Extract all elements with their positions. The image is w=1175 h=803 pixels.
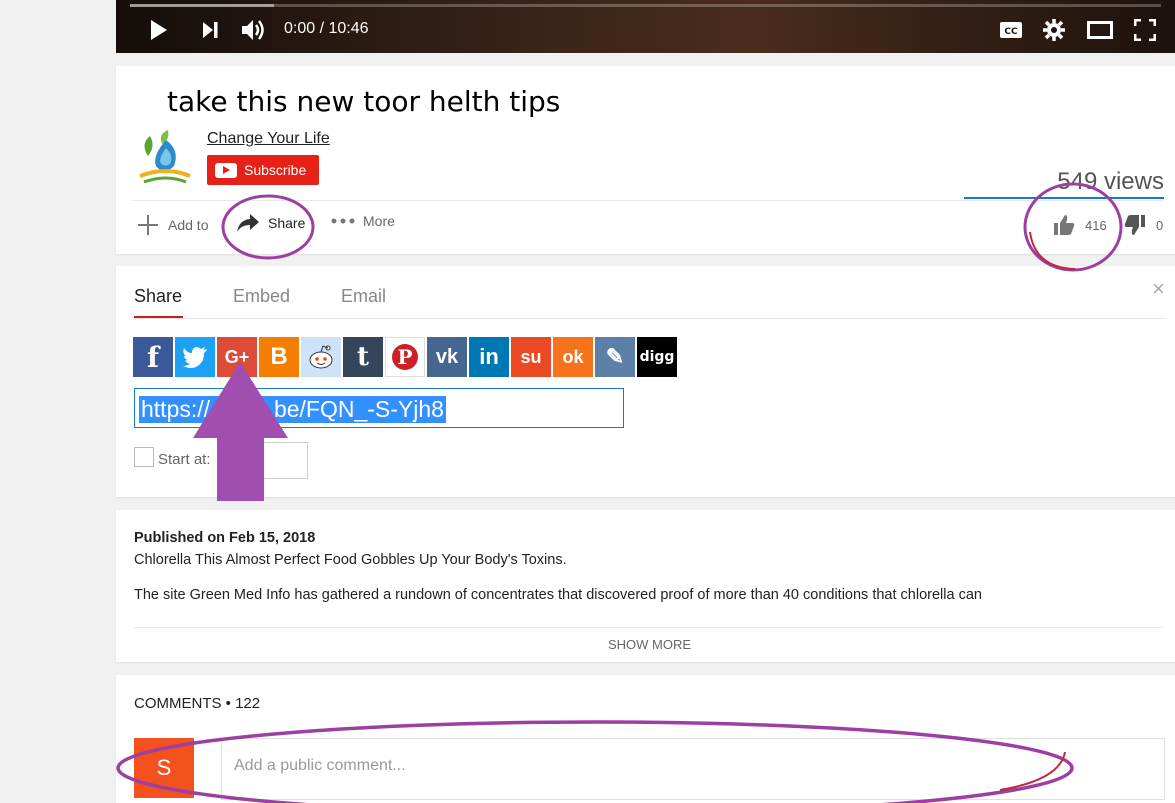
video-title: take this new toor helth tips: [167, 85, 561, 118]
add-to-button[interactable]: Add to: [136, 213, 208, 237]
share-label: Share: [268, 215, 306, 231]
comment-placeholder: Add a public comment...: [234, 757, 406, 774]
thumbs-down-icon: [1124, 215, 1145, 235]
view-count: 549 views: [1057, 168, 1164, 195]
captions-icon[interactable]: CC: [999, 21, 1023, 39]
settings-icon[interactable]: [1043, 19, 1065, 41]
tumblr-share-button[interactable]: t: [343, 337, 383, 377]
comment-input[interactable]: Add a public comment...: [221, 738, 1165, 800]
description-line: The site Green Med Info has gathered a r…: [134, 587, 982, 603]
avatar: S: [134, 738, 194, 798]
subscribe-label: Subscribe: [244, 162, 307, 178]
social-share-buttons: f G+ B t P vk in su ok ✎ digg: [133, 337, 677, 377]
reddit-alien-icon: [309, 345, 333, 369]
pinterest-icon: P: [392, 344, 418, 370]
twitter-share-button[interactable]: [175, 337, 215, 377]
start-at-checkbox[interactable]: [134, 447, 154, 467]
odnoklassniki-share-button[interactable]: ok: [553, 337, 593, 377]
tab-share[interactable]: Share: [134, 286, 182, 307]
progress-bar[interactable]: [130, 4, 1161, 7]
like-button[interactable]: 416: [1053, 214, 1107, 236]
thumbs-up-icon: [1054, 215, 1075, 235]
video-player[interactable]: 0:00 / 10:46 CC: [116, 0, 1175, 53]
comments-header: COMMENTS • 122: [134, 695, 261, 712]
subscribe-button[interactable]: Subscribe: [207, 155, 319, 185]
google-plus-share-button[interactable]: G+: [217, 337, 257, 377]
next-icon[interactable]: [202, 21, 219, 39]
digg-share-button[interactable]: digg: [637, 337, 677, 377]
close-icon[interactable]: ×: [1152, 276, 1165, 302]
video-info-panel: take this new toor helth tips Change You…: [116, 66, 1175, 254]
more-label: More: [363, 213, 395, 229]
svg-text:CC: CC: [1004, 27, 1018, 37]
start-at-label: Start at:: [158, 451, 211, 468]
divider: [134, 627, 1164, 628]
play-icon[interactable]: [150, 19, 168, 41]
tab-email[interactable]: Email: [341, 286, 386, 307]
linkedin-share-button[interactable]: in: [469, 337, 509, 377]
show-more-button[interactable]: SHOW MORE: [116, 637, 1175, 652]
description-line: Chlorella This Almost Perfect Food Gobbl…: [134, 552, 567, 568]
time-display: 0:00 / 10:46: [284, 20, 369, 37]
start-at-input[interactable]: [258, 442, 308, 479]
blogger-share-button[interactable]: B: [259, 337, 299, 377]
sentiment-bar: [964, 197, 1164, 199]
youtube-logo-icon: [215, 162, 237, 178]
more-button[interactable]: More: [331, 213, 395, 229]
comments-panel: COMMENTS • 122 S Add a public comment...: [116, 675, 1175, 803]
volume-icon[interactable]: [241, 18, 267, 42]
fullscreen-icon[interactable]: [1134, 19, 1156, 41]
reddit-share-button[interactable]: [301, 337, 341, 377]
facebook-share-button[interactable]: f: [133, 337, 173, 377]
share-url-text: https:// tu.be/FQN_-S-Yjh8: [139, 396, 446, 423]
description-panel: Published on Feb 15, 2018 Chlorella This…: [116, 510, 1175, 662]
share-button[interactable]: Share: [236, 213, 305, 233]
more-dots-icon: [331, 218, 355, 224]
plus-icon: [138, 215, 158, 235]
channel-name-link[interactable]: Change Your Life: [207, 130, 330, 148]
published-date: Published on Feb 15, 2018: [134, 530, 316, 546]
svg-text:P: P: [397, 345, 412, 369]
share-panel: Share Embed Email × f G+ B t P vk in su …: [116, 266, 1175, 497]
progress-buffer: [130, 4, 275, 7]
tab-divider: [134, 318, 1166, 319]
add-to-label: Add to: [168, 217, 209, 233]
share-arrow-icon: [237, 214, 259, 232]
share-url-input[interactable]: https:// tu.be/FQN_-S-Yjh8: [134, 388, 624, 428]
livejournal-share-button[interactable]: ✎: [595, 337, 635, 377]
avatar-letter: S: [156, 755, 172, 780]
divider: [132, 200, 1163, 201]
channel-logo[interactable]: [136, 126, 194, 188]
stumbleupon-share-button[interactable]: su: [511, 337, 551, 377]
vk-share-button[interactable]: vk: [427, 337, 467, 377]
dislike-count: 0: [1156, 217, 1164, 233]
like-count: 416: [1085, 217, 1107, 233]
twitter-bird-icon: [183, 347, 207, 368]
tab-embed[interactable]: Embed: [233, 286, 290, 307]
theater-icon[interactable]: [1087, 21, 1113, 39]
dislike-button[interactable]: 0: [1124, 214, 1163, 236]
pinterest-share-button[interactable]: P: [385, 337, 425, 377]
